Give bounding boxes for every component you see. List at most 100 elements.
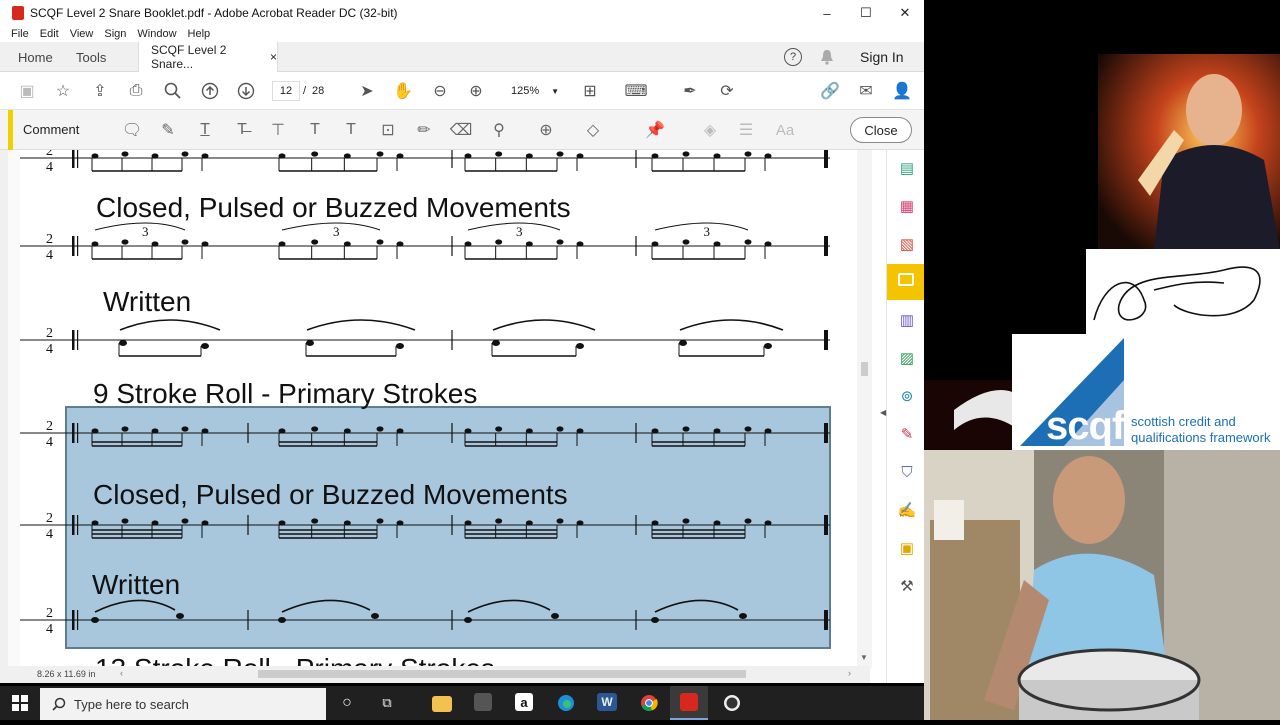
scan-ocr-icon[interactable]: ⊚ [897,386,917,406]
compress-pdf-icon[interactable]: ▨ [897,348,917,368]
help-icon[interactable]: ? [784,48,802,66]
upload-icon[interactable]: ⇪ [90,81,110,101]
acrobat-taskbar-button[interactable] [670,686,708,720]
combine-files-icon[interactable]: ▥ [897,310,917,330]
chrome-icon[interactable] [639,693,659,713]
zoom-in-icon[interactable]: ⊕ [466,81,486,101]
note [713,241,721,247]
highlight-icon[interactable]: ✎ [158,121,178,139]
more-tools-icon[interactable]: ⚒ [897,576,917,596]
request-signature-icon[interactable]: ✍ [897,500,917,520]
obs-icon[interactable] [722,693,742,713]
fill-sign-panel-icon[interactable]: ✎ [897,424,917,444]
create-pdf-icon[interactable]: ▧ [897,234,917,254]
edit-pdf-icon[interactable]: ⟳ [717,81,737,101]
menu-window[interactable]: Window [137,28,176,40]
next-page-icon[interactable] [236,81,256,101]
note [764,241,772,247]
close-comment-button[interactable]: Close [850,117,912,143]
sign-in-button[interactable]: Sign In [860,42,904,72]
cortana-icon[interactable]: ○ [337,693,357,713]
task-view-icon[interactable]: ⧉ [377,693,397,713]
document-viewer[interactable]: 2424333324242424 Closed, Pulsed or Buzze… [0,150,870,668]
star-icon[interactable]: ☆ [53,81,73,101]
scroll-down-icon[interactable]: ▼ [860,653,868,662]
strikethrough-icon[interactable]: T̶ [232,121,252,139]
collapse-panel-icon[interactable]: ◀ [880,408,886,417]
bell-icon[interactable] [820,42,834,72]
word-icon[interactable]: W [597,693,617,711]
amazon-icon[interactable]: a [515,693,533,711]
print-icon[interactable]: ⎙ [126,81,146,101]
add-user-icon[interactable]: 👤 [892,81,912,101]
menu-edit[interactable]: Edit [40,28,59,40]
vertical-scrollbar[interactable]: ▼ [857,150,872,668]
store-icon[interactable] [474,693,492,711]
select-cursor-icon[interactable]: ➤ [357,81,377,101]
comment-toolbar: Comment 🗨 ✎ T̲ T̶ ⊤ T T ⊡ ✏ ⌫ ⚲ ⊕ ◇ 📌 ◈ … [0,110,924,150]
note [278,241,286,247]
scroll-right-icon[interactable]: › [848,668,851,678]
insert-text-icon[interactable]: T [305,121,325,139]
pencil-icon[interactable]: ✏ [414,121,434,139]
menu-file[interactable]: File [11,28,29,40]
fill-sign-icon[interactable]: ✒ [680,81,700,101]
share-link-icon[interactable]: 🔗 [820,81,840,101]
sticky-note-icon[interactable]: 🗨 [122,121,142,139]
menu-sign[interactable]: Sign [104,28,126,40]
menu-help[interactable]: Help [188,28,211,40]
mail-icon[interactable]: ✉ [856,81,876,101]
tab-tools[interactable]: Tools [76,42,106,72]
replace-text-icon[interactable]: ⊤ [268,121,288,139]
underline-text-icon[interactable]: T̲ [195,121,215,139]
scroll-mode-icon[interactable]: ⌨ [624,81,647,101]
tab-close-icon[interactable]: × [270,50,277,64]
scroll-thumb[interactable] [861,362,868,376]
fill-color-icon[interactable]: ◈ [700,121,720,139]
page-display-icon[interactable]: ⊞ [580,81,600,101]
zoom-dropdown[interactable]: 125% ▼ [503,81,559,101]
save-icon[interactable]: ▣ [17,81,37,101]
windows-taskbar: Type here to search ○ ⧉ a W [0,686,924,720]
horizontal-scroll-thumb[interactable] [258,670,746,678]
eraser-icon[interactable]: ⌫ [450,121,473,139]
stamp-icon[interactable]: ⚲ [489,121,509,139]
close-window-button[interactable]: ✕ [886,0,924,26]
line-style-icon[interactable]: ☰ [736,121,756,139]
maximize-button[interactable]: ☐ [847,0,885,26]
note [151,520,159,526]
tab-home[interactable]: Home [18,42,53,72]
search-icon[interactable] [163,81,183,101]
minimize-button[interactable]: – [808,0,846,26]
attach-icon[interactable]: ⊕ [536,121,556,139]
protect-icon[interactable]: ⛉ [897,462,917,482]
note [682,151,690,157]
heading-9-stroke-roll: 9 Stroke Roll - Primary Strokes [93,378,478,409]
export-file-icon[interactable]: ▣ [897,538,917,558]
prev-page-icon[interactable] [200,81,220,101]
text-comment-icon[interactable]: T [341,121,361,139]
note [651,153,659,159]
taskbar-search-box[interactable]: Type here to search [40,688,326,720]
note [764,343,772,349]
hand-tool-icon[interactable]: ✋ [393,81,413,101]
font-size-icon[interactable]: Aa [772,121,798,139]
shapes-icon[interactable]: ◇ [583,121,603,139]
tab-document[interactable]: SCQF Level 2 Snare... × [138,42,278,72]
start-barline [72,610,75,630]
status-bar: 8.26 x 11.69 in ‹ › [0,666,870,683]
time-signature-bottom: 4 [46,160,53,175]
file-explorer-icon[interactable] [432,696,452,712]
edge-icon[interactable] [556,693,576,713]
zoom-out-icon[interactable]: ⊖ [430,81,450,101]
organize-pages-icon[interactable]: ▦ [897,196,917,216]
note [376,426,384,432]
export-pdf-icon[interactable]: ▤ [897,158,917,178]
text-box-icon[interactable]: ⊡ [378,121,398,139]
windows-start-icon[interactable] [10,693,30,713]
comment-tool-active[interactable] [887,264,924,300]
menu-view[interactable]: View [70,28,94,40]
page-number-input[interactable]: 12 [272,81,300,101]
pin-icon[interactable]: 📌 [645,121,665,139]
scroll-left-icon[interactable]: ‹ [120,668,123,678]
